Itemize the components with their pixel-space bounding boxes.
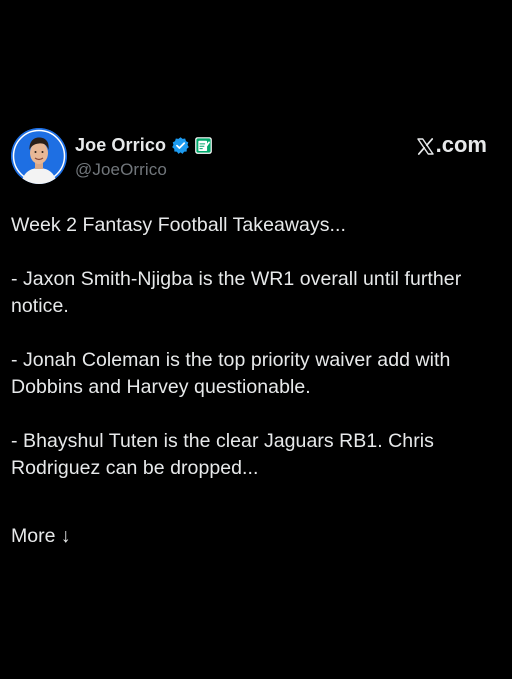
author-name[interactable]: Joe Orrico (75, 135, 166, 156)
author-identity: Joe Orrico @JoeOrrico (75, 132, 213, 180)
verified-badge-icon (171, 136, 190, 155)
name-row: Joe Orrico (75, 132, 213, 158)
post-header: Joe Orrico @JoeOrrico .com (11, 128, 501, 186)
post-line: - Jonah Coleman is the top priority waiv… (11, 349, 451, 398)
avatar-portrait-icon (11, 128, 67, 184)
site-brand: .com (416, 132, 487, 158)
post-card: Joe Orrico @JoeOrrico .com Week 2 Fantas… (0, 0, 512, 679)
post-text: Week 2 Fantasy Football Takeaways... - J… (11, 212, 497, 482)
show-more-link[interactable]: More ↓ (11, 525, 71, 548)
x-logo-icon (416, 136, 435, 155)
author-handle[interactable]: @JoeOrrico (75, 160, 213, 180)
site-domain: .com (435, 132, 487, 157)
avatar[interactable] (11, 128, 67, 184)
post-line: - Bhayshul Tuten is the clear Jaguars RB… (11, 430, 434, 479)
notepad-affiliate-icon[interactable] (194, 136, 213, 155)
post-line: Week 2 Fantasy Football Takeaways... (11, 214, 346, 236)
post-line: - Jaxon Smith-Njigba is the WR1 overall … (11, 268, 462, 317)
